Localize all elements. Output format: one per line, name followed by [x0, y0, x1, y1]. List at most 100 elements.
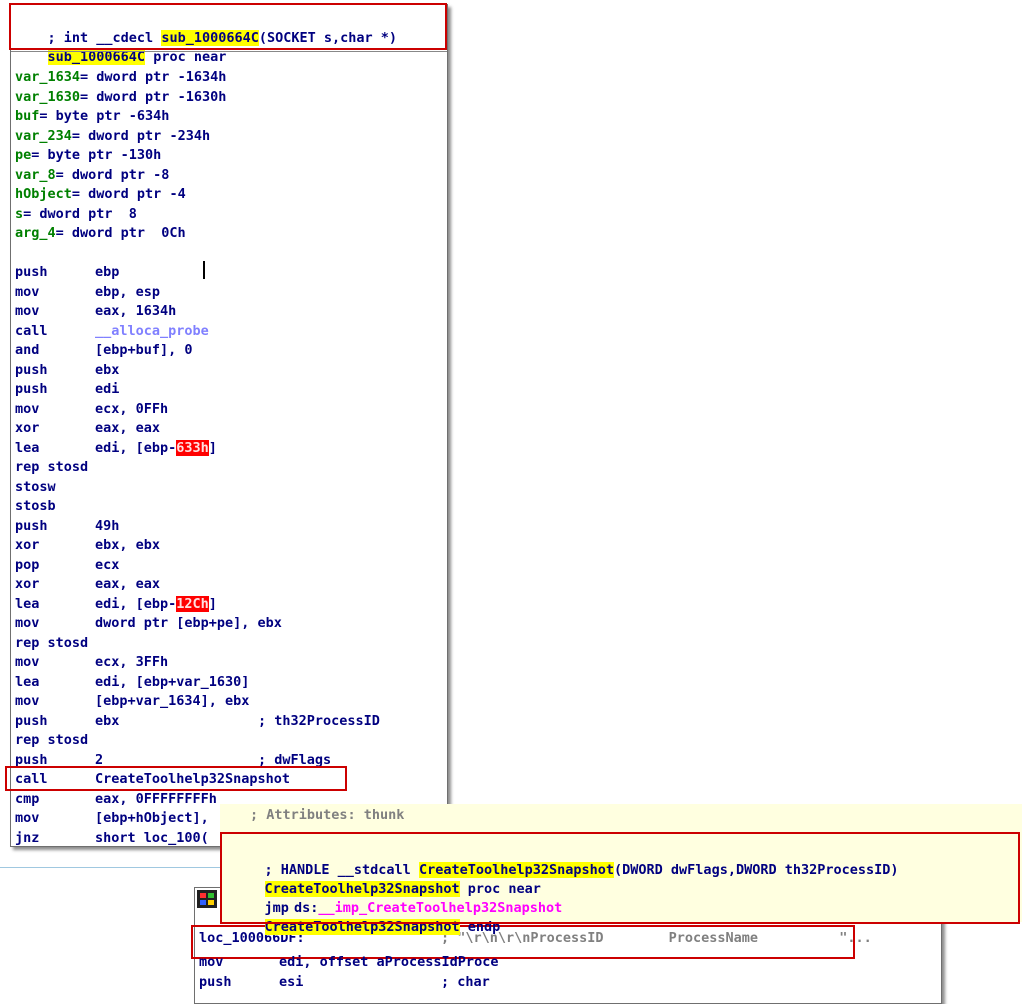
graph-edge — [0, 867, 220, 868]
variable-definition: = dword ptr -1634h — [80, 69, 227, 85]
instruction-operand: eax, 0FFFFFFFFh — [95, 790, 217, 807]
local-variable-row: pe= byte ptr -130h — [15, 146, 161, 166]
instruction-operand: CreateToolhelp32Snapshot — [95, 771, 291, 787]
instruction-mnemonic: push — [15, 751, 48, 768]
instruction-row[interactable]: rep stosd — [15, 731, 88, 751]
instruction-mnemonic: xor — [15, 537, 40, 553]
instruction-row[interactable]: jnz short loc_100( — [15, 829, 209, 849]
instruction-operand: esi — [279, 973, 304, 990]
instruction-row[interactable]: and [ebp+buf], 0 — [15, 341, 193, 361]
local-variable-row: var_1634= dword ptr -1634h — [15, 68, 226, 88]
instruction-operand: [ebp+buf], 0 — [95, 342, 193, 358]
proc-declaration: sub_1000664C proc near — [15, 29, 226, 65]
instruction-mnemonic: mov — [199, 954, 224, 970]
thunk-hint-popup[interactable]: ; Attributes: thunk ; HANDLE __stdcall C… — [220, 804, 1022, 935]
instruction-row[interactable]: rep stosd — [15, 458, 88, 478]
instruction-mnemonic: push — [15, 381, 48, 397]
instruction-row[interactable]: xor ebx, ebx — [15, 536, 160, 556]
instruction-mnemonic: call — [15, 322, 48, 339]
instruction-comment: ; th32ProcessID — [258, 712, 380, 729]
instruction-mnemonic: mov — [15, 303, 40, 319]
variable-definition: = byte ptr -634h — [39, 108, 170, 124]
instruction-row[interactable]: push 2 ; dwFlags — [15, 751, 331, 771]
instruction-row[interactable]: mov [ebp+hObject], — [15, 809, 209, 829]
lower-instruction-row[interactable]: push esi ; char — [199, 973, 490, 993]
instruction-row[interactable]: lea edi, [ebp-12Ch] — [15, 595, 217, 615]
instruction-operand: __alloca_probe — [95, 322, 209, 339]
instruction-mnemonic: xor — [15, 576, 40, 592]
text-cursor — [203, 261, 205, 279]
variable-name[interactable]: var_1630 — [15, 89, 80, 105]
variable-name[interactable]: pe — [15, 147, 31, 163]
instruction-operand: edi, [ebp-633h] — [95, 439, 217, 459]
instruction-mnemonic: mov — [15, 654, 40, 670]
instruction-mnemonic: mov — [15, 615, 40, 631]
instruction-row[interactable]: push 49h — [15, 517, 119, 537]
instruction-operand: edi, [ebp-12Ch] — [95, 595, 217, 615]
instruction-row[interactable]: rep stosd — [15, 634, 88, 654]
variable-definition: = dword ptr -1630h — [80, 88, 227, 105]
thunk-proc-name[interactable]: CreateToolhelp32Snapshot — [264, 881, 460, 897]
instruction-mnemonic: rep stosd — [15, 459, 89, 475]
loc-string-comment: ; "\r\n\r\nProcessID ProcessName "... — [441, 930, 872, 946]
local-variable-row: arg_4= dword ptr 0Ch — [15, 224, 186, 244]
operand-prefix: edi, [ebp- — [95, 595, 177, 612]
instruction-row[interactable]: push ebx — [15, 361, 119, 381]
main-function-window[interactable]: ; int __cdecl sub_1000664C(SOCKET s,char… — [5, 3, 448, 849]
instruction-row[interactable]: cmp eax, 0FFFFFFFFh — [15, 790, 217, 810]
instruction-row[interactable]: mov ebp, esp — [15, 283, 160, 303]
instruction-row[interactable]: xor eax, eax — [15, 575, 160, 595]
instruction-row[interactable]: mov ecx, 3FFh — [15, 653, 168, 673]
variable-name[interactable]: arg_4 — [15, 225, 56, 241]
instruction-row[interactable]: push ebp — [15, 263, 119, 283]
variable-name[interactable]: var_1634 — [15, 69, 80, 85]
variable-name[interactable]: var_8 — [15, 167, 56, 183]
instruction-row[interactable]: call __alloca_probe — [15, 322, 209, 342]
instruction-operand: ebp — [95, 264, 120, 280]
header-divider — [11, 51, 447, 52]
variable-name[interactable]: buf — [15, 108, 39, 124]
instruction-row[interactable]: mov eax, 1634h — [15, 302, 176, 322]
variable-name[interactable]: hObject — [15, 186, 72, 202]
instruction-mnemonic: call — [15, 771, 48, 787]
instruction-mnemonic: push — [15, 712, 48, 729]
variable-name[interactable]: s — [15, 206, 23, 222]
instruction-row[interactable]: xor eax, eax — [15, 419, 160, 439]
instruction-row[interactable]: mov dword ptr [ebp+pe], ebx — [15, 614, 282, 634]
instruction-operand: [ebp+var_1634], ebx — [95, 693, 250, 709]
instruction-row[interactable]: pop ecx — [15, 556, 119, 576]
variable-definition: = dword ptr -234h — [71, 127, 211, 144]
instruction-row[interactable]: mov [ebp+var_1634], ebx — [15, 692, 249, 712]
operand-highlight-red[interactable]: 12Ch — [176, 595, 209, 612]
instruction-mnemonic: jnz — [15, 829, 40, 846]
instruction-row[interactable]: call CreateToolhelp32Snapshot — [15, 770, 290, 790]
instruction-comment: ; char — [441, 973, 490, 990]
instruction-row[interactable]: lea edi, [ebp-633h] — [15, 439, 217, 459]
instruction-row[interactable]: stosw — [15, 478, 56, 498]
instruction-row[interactable]: stosb — [15, 497, 56, 517]
operand-prefix: edi, [ebp- — [95, 439, 177, 456]
instruction-operand: 2 — [95, 751, 104, 768]
instruction-mnemonic: lea — [15, 595, 40, 612]
instruction-row[interactable]: mov ecx, 0FFh — [15, 400, 168, 420]
local-variable-row: var_8= dword ptr -8 — [15, 166, 169, 186]
instruction-row[interactable]: push ebx ; th32ProcessID — [15, 712, 380, 732]
variable-definition: = byte ptr -130h — [31, 147, 162, 163]
instruction-row[interactable]: lea edi, [ebp+var_1630] — [15, 673, 249, 693]
instruction-mnemonic: push — [15, 361, 48, 378]
local-variable-row: hObject= dword ptr -4 — [15, 185, 186, 205]
lower-instruction-row[interactable]: mov edi, offset aProcessIdProce — [199, 953, 498, 973]
instruction-operand: edi — [95, 381, 120, 397]
instruction-operand: short loc_100( — [95, 829, 209, 846]
instruction-operand: edi, offset aProcessIdProce — [279, 954, 499, 970]
variable-name[interactable]: var_234 — [15, 128, 72, 144]
instruction-operand: eax, eax — [95, 420, 161, 436]
local-variable-row: buf= byte ptr -634h — [15, 107, 169, 127]
operand-highlight-red[interactable]: 633h — [176, 439, 209, 456]
variable-definition: = dword ptr -4 — [71, 186, 186, 202]
instruction-row[interactable]: push edi — [15, 380, 119, 400]
function-prototype-comment: ; int __cdecl sub_1000664C(SOCKET s,char… — [15, 9, 397, 46]
thunk-endp-name[interactable]: CreateToolhelp32Snapshot — [264, 919, 460, 935]
thunk-prototype-args: (DWORD dwFlags,DWORD th32ProcessID) — [614, 862, 899, 878]
thunk-endp-suffix: endp — [459, 919, 501, 935]
